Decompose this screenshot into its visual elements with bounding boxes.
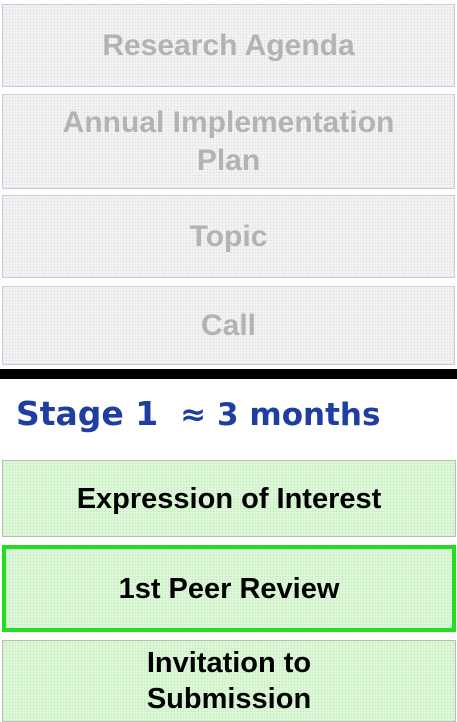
stage-heading: Stage 1 ≈ 3 months [16,394,380,444]
call-box: Call [2,286,455,365]
first-peer-review-box: 1st Peer Review [2,545,456,632]
topic-label: Topic [189,219,268,253]
invitation-to-submission-box: Invitation to Submission [2,640,456,722]
stage-duration: ≈ 3 months [180,397,381,433]
research-agenda-label: Research Agenda [102,28,355,62]
annual-implementation-plan-label: Annual Implementation Plan [62,105,395,177]
topic-box: Topic [2,195,455,278]
expression-of-interest-label: Expression of Interest [76,482,382,515]
invitation-to-submission-label: Invitation to Submission [146,647,312,715]
first-peer-review-label: 1st Peer Review [118,572,340,605]
stage-label: Stage 1 [16,394,159,433]
expression-of-interest-box: Expression of Interest [2,460,456,537]
call-label: Call [200,308,257,342]
annual-implementation-plan-box: Annual Implementation Plan [2,94,455,189]
stage-divider [0,369,457,379]
research-agenda-box: Research Agenda [2,4,455,87]
